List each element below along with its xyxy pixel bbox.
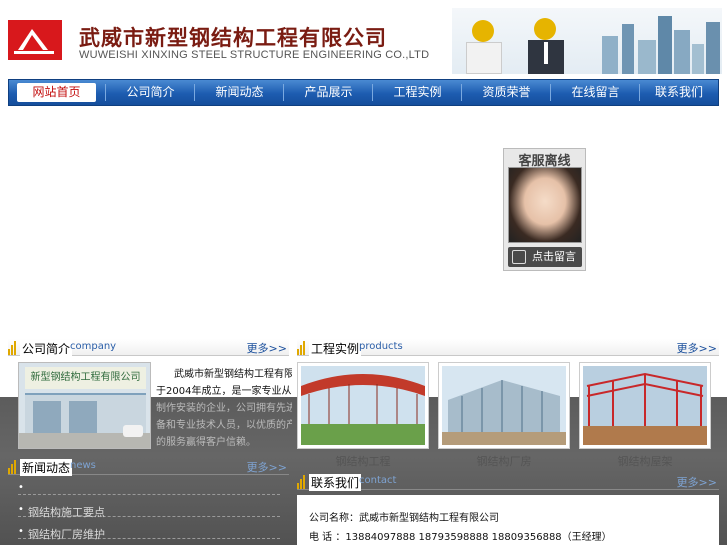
case-thumbnail[interactable] (579, 362, 711, 449)
case-thumbnail[interactable] (438, 362, 570, 449)
bullet-icon: • (18, 526, 24, 537)
nav-about[interactable]: 公司简介 (106, 80, 195, 105)
contact-info-box: 公司名称：武威市新型钢结构工程有限公司 电 话 ：13884097888 187… (297, 495, 719, 545)
cases-title-en: products (359, 341, 403, 352)
about-line: 的服务赢得客户信赖。 (156, 437, 256, 448)
message-icon (512, 250, 526, 264)
news-title: 新闻动态 (20, 459, 73, 476)
company-name-cn: 武威市新型钢结构工程有限公司 (79, 25, 387, 50)
about-title: 公司简介 (20, 340, 73, 357)
contact-title: 联系我们 (309, 474, 362, 491)
nav-contact[interactable]: 联系我们 (640, 80, 718, 105)
about-more-link[interactable]: 更多>> (247, 340, 287, 356)
news-title-en: news (70, 460, 96, 471)
news-item-title: 钢结构厂房维护 (28, 528, 105, 541)
header-banner-image (452, 8, 722, 74)
news-more-link[interactable]: 更多>> (247, 459, 287, 475)
bullet-icon: • (18, 504, 24, 515)
building-sign: 新型钢结构工程有限公司 (25, 367, 146, 389)
case-caption[interactable]: 钢结构工程 (297, 453, 429, 469)
about-summary: 武威市新型钢结构工程有限公司 于2004年成立，是一家专业从事钢结构设计 制作安… (156, 366, 292, 451)
section-bars-icon (8, 341, 18, 355)
contact-title-en: contact (359, 475, 397, 486)
cases-title: 工程实例 (309, 340, 362, 357)
contact-section-header: 联系我们 contact 更多>> (297, 473, 719, 491)
contact-phone: 电 话 ：13884097888 18793598888 18809356888… (309, 532, 612, 543)
nav-news[interactable]: 新闻动态 (195, 80, 284, 105)
nav-cases[interactable]: 工程实例 (373, 80, 462, 105)
about-section-header: 公司简介 company 更多>> (8, 339, 289, 357)
nav-home[interactable]: 网站首页 (17, 83, 96, 102)
company-name-en: WUWEISHI XINXING STEEL STRUCTURE ENGINEE… (79, 49, 430, 61)
case-caption[interactable]: 钢结构屋架 (579, 453, 711, 469)
company-building-photo[interactable]: 新型钢结构工程有限公司 (18, 362, 151, 449)
case-caption[interactable]: 钢结构厂房 (438, 453, 570, 469)
customer-service-widget: 客服离线 点击留言 (503, 148, 586, 271)
nav-products[interactable]: 产品展示 (284, 80, 373, 105)
main-nav: 网站首页 公司简介 新闻动态 产品展示 工程实例 资质荣誉 在线留言 联系我们 (8, 79, 719, 106)
case-thumbnail[interactable] (297, 362, 429, 449)
cases-section-header: 工程实例 products 更多>> (297, 339, 719, 357)
about-line: 武威市新型钢结构工程有限公司 (174, 369, 292, 380)
contact-company: 公司名称：武威市新型钢结构工程有限公司 (309, 513, 499, 524)
about-title-en: company (70, 341, 117, 352)
about-line: 制作安装的企业，公司拥有先进的生产设 (156, 403, 292, 414)
company-logo[interactable] (8, 20, 62, 60)
news-item[interactable]: • 钢结构厂房维护 (18, 525, 280, 541)
nav-honors[interactable]: 资质荣誉 (462, 80, 551, 105)
about-line: 于2004年成立，是一家专业从事钢结构设计 (156, 386, 292, 397)
news-item-title: 钢结构施工要点 (28, 506, 105, 519)
section-bars-icon (8, 460, 18, 474)
service-status: 客服离线 (518, 154, 571, 169)
site-header: 武威市新型钢结构工程有限公司 WUWEISHI XINXING STEEL ST… (0, 0, 727, 78)
leave-message-button[interactable]: 点击留言 (508, 247, 582, 267)
nav-message[interactable]: 在线留言 (551, 80, 640, 105)
about-line: 备和专业技术人员，以优质的产品和完善 (156, 420, 292, 431)
section-bars-icon (297, 341, 307, 355)
contact-more-link[interactable]: 更多>> (677, 474, 717, 490)
news-item[interactable]: • (18, 481, 280, 495)
leave-message-label: 点击留言 (532, 250, 576, 263)
news-section-header: 新闻动态 news 更多>> (8, 458, 289, 476)
news-item[interactable]: • 钢结构施工要点 (18, 503, 280, 519)
cases-more-link[interactable]: 更多>> (677, 340, 717, 356)
section-bars-icon (297, 475, 307, 489)
bullet-icon: • (18, 482, 24, 493)
service-agent-avatar (508, 167, 582, 243)
